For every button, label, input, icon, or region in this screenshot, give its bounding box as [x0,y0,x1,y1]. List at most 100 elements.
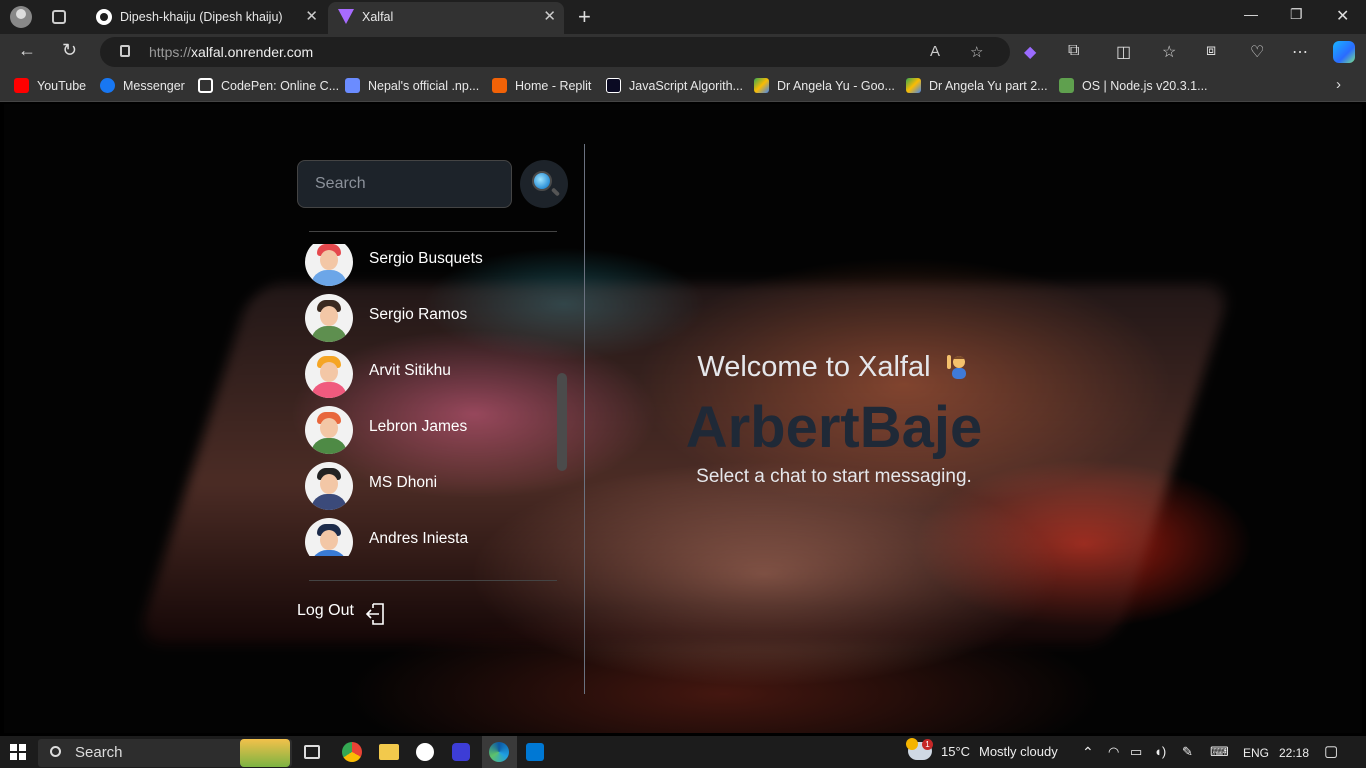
bookmark-messenger[interactable]: Messenger [100,78,185,93]
logout-icon[interactable] [365,602,385,626]
taskbar-app-icon[interactable] [416,743,434,761]
close-window-icon[interactable]: ✕ [1336,6,1349,26]
conversation-item[interactable]: Sergio Busquets [305,244,555,290]
tab-actions-icon[interactable] [52,10,66,24]
bookmark-nodejs[interactable]: OS | Node.js v20.3.1... [1059,78,1208,93]
tab-title: Xalfal [362,10,394,24]
avatar [305,406,353,454]
welcome-prompt: Select a chat to start messaging. [696,466,972,487]
vite-icon [338,9,354,25]
bookmark-replit[interactable]: Home - Replit [492,78,591,93]
volume-icon[interactable]: ◖) [1154,744,1166,759]
battery-icon[interactable]: ▭ [1130,744,1142,760]
scrollbar[interactable] [557,373,567,471]
browser-essentials-icon[interactable]: ♡ [1250,42,1264,62]
split-screen-icon[interactable]: ◫ [1116,42,1131,62]
url-text[interactable]: https://xalfal.onrender.com [149,44,313,60]
conversation-list[interactable]: Sergio Busquets Sergio Ramos Arvit Sitik… [297,244,567,556]
extensions-icon[interactable]: ⧉ [1068,42,1079,60]
bookmark-angela-yu[interactable]: Dr Angela Yu - Goo... [754,78,895,93]
weather-text[interactable]: Mostly cloudy [979,744,1058,759]
conversation-name: Sergio Busquets [369,250,483,267]
conversation-item[interactable]: Sergio Ramos [305,290,555,346]
conversation-name: Lebron James [369,418,468,435]
conversation-item[interactable]: Andres Iniesta [305,514,555,556]
chevron-up-icon[interactable]: ⌃ [1082,744,1094,761]
avatar [305,518,353,556]
search-icon [532,171,552,191]
shopping-icon[interactable]: ◆ [1024,42,1036,62]
codepen-icon [198,78,213,93]
facebook-icon [100,78,115,93]
minimize-icon[interactable]: — [1244,6,1258,22]
temperature[interactable]: 15°C [941,744,970,759]
app-page: Sergio Busquets Sergio Ramos Arvit Sitik… [4,104,1362,733]
pen-icon[interactable]: ✎ [1182,744,1193,760]
conversation-item[interactable]: MS Dhoni [305,458,555,514]
search-input[interactable] [297,160,512,208]
language-indicator[interactable]: ENG [1243,746,1269,760]
windows-start-icon[interactable] [10,744,26,760]
refresh-icon[interactable]: ↻ [62,40,77,61]
profile-icon[interactable] [10,6,32,28]
task-view-icon[interactable] [304,745,320,759]
username-heading: ArbertBaje [685,395,983,460]
lock-icon[interactable] [120,45,130,57]
avatar [305,294,353,342]
taskbar-app-icon[interactable] [452,743,470,761]
drive-icon [754,78,769,93]
chrome-icon[interactable] [342,742,362,762]
chevron-right-icon[interactable]: › [1336,76,1341,93]
address-bar-row: ← ↻ https://xalfal.onrender.com A ☆ ◆ ⧉ … [0,34,1366,70]
freecodecamp-icon [606,78,621,93]
avatar [305,350,353,398]
conversation-item[interactable]: Lebron James [305,402,555,458]
new-tab-icon[interactable]: + [578,4,591,30]
bookmark-youtube[interactable]: YouTube [14,78,86,93]
bookmark-javascript-algorithms[interactable]: JavaScript Algorith... [606,78,743,93]
bookmark-angela-yu-part2[interactable]: Dr Angela Yu part 2... [906,78,1048,93]
keyboard-icon[interactable]: ⌨ [1210,744,1229,760]
conversation-name: MS Dhoni [369,474,438,491]
restore-icon[interactable]: ❐ [1290,6,1303,23]
search-highlight-icon[interactable] [240,739,290,767]
sidebar: Sergio Busquets Sergio Ramos Arvit Sitik… [281,144,585,694]
file-explorer-icon[interactable] [379,744,399,760]
chat-container: Sergio Busquets Sergio Ramos Arvit Sitik… [281,144,1361,694]
search-button[interactable] [520,160,568,208]
read-aloud-icon[interactable]: A [930,43,940,60]
collections-icon[interactable]: ⧈ [1206,42,1216,60]
avatar [305,244,353,286]
conversation-name: Sergio Ramos [369,306,468,323]
divider [309,580,557,581]
clock[interactable]: 22:18 [1279,746,1309,760]
nodejs-icon [1059,78,1074,93]
close-tab-icon[interactable]: ✕ [543,2,556,32]
bookmark-nepal-np[interactable]: Nepal's official .np... [345,78,479,93]
drive-icon [906,78,921,93]
tab-title: Dipesh-khaiju (Dipesh khaiju) [120,10,283,24]
welcome-greeting: Welcome to Xalfal [585,351,1083,384]
welcome-panel: Welcome to Xalfal ArbertBaje Select a ch… [585,144,1083,694]
more-menu-icon[interactable]: ⋯ [1292,42,1308,62]
notifications-icon[interactable]: ▢ [1324,742,1338,760]
raising-hand-icon [943,352,971,380]
tab-github[interactable]: Dipesh-khaiju (Dipesh khaiju) ✕ [86,2,326,34]
conversation-name: Andres Iniesta [369,530,469,547]
replit-icon [492,78,507,93]
back-icon[interactable]: ← [18,40,36,61]
wifi-icon[interactable]: ◠ [1108,744,1119,760]
conversation-item[interactable]: Arvit Sitikhu [305,346,555,402]
tab-xalfal[interactable]: Xalfal ✕ [328,2,564,34]
favorite-star-icon[interactable]: ☆ [970,43,983,61]
vscode-icon[interactable] [526,743,544,761]
avatar [305,462,353,510]
edge-icon[interactable] [489,742,509,762]
favorites-icon[interactable]: ☆ [1162,42,1176,62]
url-field[interactable]: https://xalfal.onrender.com A ☆ [100,37,1010,67]
bookmark-codepen[interactable]: CodePen: Online C... [198,78,339,93]
bookmarks-bar: YouTube Messenger CodePen: Online C... N… [0,70,1366,102]
copilot-icon[interactable] [1333,41,1355,63]
logout-button[interactable]: Log Out [297,602,354,620]
close-tab-icon[interactable]: ✕ [305,2,318,32]
